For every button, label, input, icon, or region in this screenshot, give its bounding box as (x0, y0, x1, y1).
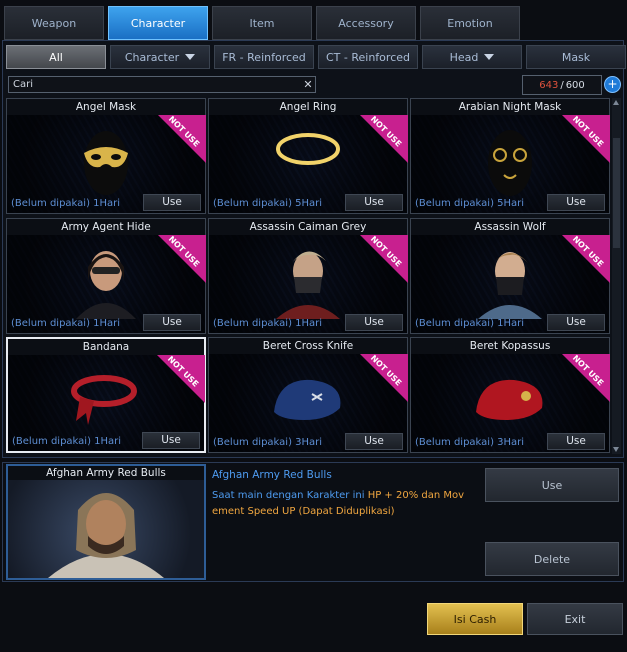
item-status: (Belum dipakai) 5Hari (415, 198, 525, 209)
item-name: Angel Mask (7, 99, 205, 115)
filter-head-label: Head (449, 50, 479, 64)
filter-all-label: All (49, 50, 63, 64)
use-button[interactable]: Use (547, 314, 605, 331)
not-use-badge: NOT USE (157, 355, 205, 403)
filter-head-dropdown[interactable]: Head (422, 45, 522, 69)
scroll-up-icon[interactable] (613, 100, 619, 105)
item-card[interactable]: Angel Ring NOT USE (Belum dipakai) 5Hari… (208, 98, 408, 214)
chevron-down-icon (185, 54, 196, 60)
tab-character[interactable]: Character (108, 6, 208, 40)
not-use-badge: NOT USE (562, 235, 610, 283)
item-card[interactable]: Assassin Caiman Grey NOT USE (Belum dipa… (208, 218, 408, 334)
item-name: Beret Kopassus (411, 338, 609, 354)
item-name: Angel Ring (209, 99, 407, 115)
item-name: Bandana (8, 339, 204, 355)
use-button[interactable]: Use (345, 314, 403, 331)
item-preview: Afghan Army Red Bulls (6, 464, 206, 580)
use-button[interactable]: Use (142, 432, 200, 449)
not-use-badge: NOT USE (562, 115, 610, 163)
filter-mask[interactable]: Mask (526, 45, 626, 69)
use-button[interactable]: Use (547, 194, 605, 211)
item-status: (Belum dipakai) 5Hari (213, 198, 323, 209)
item-status: (Belum dipakai) 3Hari (213, 437, 323, 448)
scroll-thumb[interactable] (613, 138, 620, 248)
exit-button[interactable]: Exit (527, 603, 623, 635)
filter-all[interactable]: All (6, 45, 106, 69)
inventory-counter: 643 / 600 (522, 75, 602, 95)
not-use-badge: NOT USE (360, 354, 408, 402)
item-status: (Belum dipakai) 1Hari (213, 318, 323, 329)
character-icon (76, 251, 136, 319)
preview-name: Afghan Army Red Bulls (8, 466, 204, 480)
character-icon (276, 251, 340, 319)
use-button[interactable]: Use (345, 433, 403, 450)
use-button[interactable]: Use (547, 433, 605, 450)
halo-icon (276, 133, 340, 165)
item-card[interactable]: Assassin Wolf NOT USE (Belum dipakai) 1H… (410, 218, 610, 334)
mask-icon (488, 130, 532, 196)
item-status: (Belum dipakai) 1Hari (415, 318, 525, 329)
filter-fr-reinforced[interactable]: FR - Reinforced (214, 45, 314, 69)
filter-ct-reinforced[interactable]: CT - Reinforced (318, 45, 418, 69)
not-use-badge: NOT USE (562, 354, 610, 402)
filter-ct-label: CT - Reinforced (326, 50, 410, 64)
clear-icon[interactable]: ✕ (301, 78, 315, 91)
description-text: Saat main dengan Karakter ini (212, 490, 368, 501)
item-card[interactable]: Beret Kopassus NOT USE (Belum dipakai) 3… (410, 337, 610, 453)
tab-item[interactable]: Item (212, 6, 312, 40)
beret-icon (274, 379, 341, 420)
item-name: Arabian Night Mask (411, 99, 609, 115)
scroll-down-icon[interactable] (613, 447, 619, 452)
item-status: (Belum dipakai) 1Hari (11, 318, 121, 329)
inventory-separator: / (560, 79, 564, 91)
category-tabs: Weapon Character Item Accessory Emotion (4, 6, 520, 40)
use-button[interactable]: Use (143, 314, 201, 331)
mask-icon (84, 131, 128, 195)
delete-button[interactable]: Delete (485, 542, 619, 576)
item-card[interactable]: Angel Mask NOT USE (Belum dipakai) 1Hari… (6, 98, 206, 214)
character-icon (478, 252, 542, 319)
item-name: Assassin Caiman Grey (209, 219, 407, 235)
tab-accessory[interactable]: Accessory (316, 6, 416, 40)
filter-tabs: All Character FR - Reinforced CT - Reinf… (6, 45, 626, 69)
item-name: Beret Cross Knife (209, 338, 407, 354)
use-button[interactable]: Use (345, 194, 403, 211)
filter-fr-label: FR - Reinforced (222, 50, 306, 64)
item-name: Army Agent Hide (7, 219, 205, 235)
search-input[interactable] (13, 79, 301, 90)
use-button[interactable]: Use (485, 468, 619, 502)
chevron-down-icon (484, 54, 495, 60)
item-grid: Angel Mask NOT USE (Belum dipakai) 1Hari… (6, 98, 610, 454)
item-card[interactable]: Arabian Night Mask NOT USE (Belum dipaka… (410, 98, 610, 214)
not-use-badge: NOT USE (158, 235, 206, 283)
item-name: Assassin Wolf (411, 219, 609, 235)
item-status: (Belum dipakai) 1Hari (12, 436, 122, 447)
inventory-max: 600 (565, 79, 585, 91)
tab-emotion[interactable]: Emotion (420, 6, 520, 40)
character-portrait (48, 493, 164, 578)
isi-cash-button[interactable]: Isi Cash (427, 603, 523, 635)
filter-character-dropdown[interactable]: Character (110, 45, 210, 69)
inventory-used: 643 (539, 79, 559, 91)
use-button[interactable]: Use (143, 194, 201, 211)
item-card[interactable]: Bandana NOT USE (Belum dipakai) 1Hari Us… (6, 337, 206, 453)
filter-character-label: Character (124, 50, 180, 64)
item-status: (Belum dipakai) 1Hari (11, 198, 121, 209)
not-use-badge: NOT USE (360, 235, 408, 283)
bandana-icon (71, 375, 137, 425)
tab-weapon[interactable]: Weapon (4, 6, 104, 40)
not-use-badge: NOT USE (360, 115, 408, 163)
filter-mask-label: Mask (561, 50, 591, 64)
item-card[interactable]: Army Agent Hide NOT USE (Belum dipakai) … (6, 218, 206, 334)
not-use-badge: NOT USE (158, 115, 206, 163)
item-card[interactable]: Beret Cross Knife NOT USE (Belum dipakai… (208, 337, 408, 453)
detail-description: Saat main dengan Karakter ini HP + 20% d… (212, 488, 472, 520)
grid-scrollbar[interactable] (612, 98, 621, 454)
item-status: (Belum dipakai) 3Hari (415, 437, 525, 448)
detail-title: Afghan Army Red Bulls (212, 469, 332, 481)
search-box: ✕ (8, 76, 316, 93)
add-slot-icon[interactable]: + (604, 76, 621, 93)
beret-icon (476, 379, 543, 420)
